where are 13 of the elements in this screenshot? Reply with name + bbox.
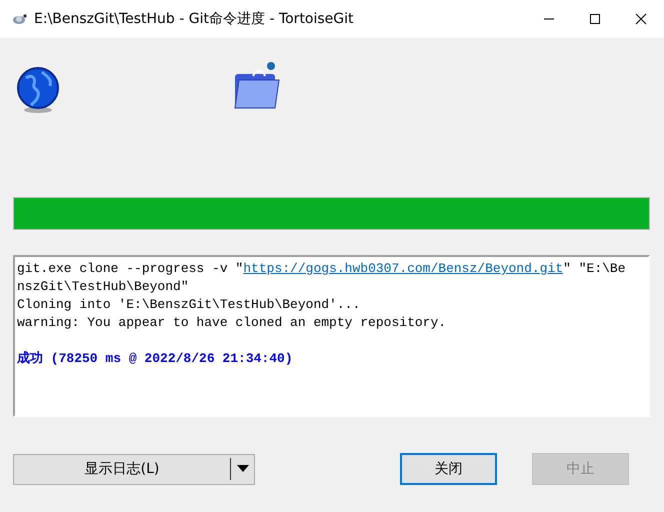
- success-line: 成功 (78250 ms @ 2022/8/26 21:34:40): [17, 350, 294, 368]
- repository-link[interactable]: https://gogs.hwb0307.com/Bensz/Beyond.git: [243, 261, 564, 276]
- show-log-button[interactable]: 显示日志(L): [13, 454, 255, 484]
- caret-icon[interactable]: [237, 465, 249, 473]
- log-line: Cloning into 'E:\BenszGit\TestHub\Beyond'...: [17, 296, 362, 314]
- log-line: git.exe clone --progress -v "https://gogs.hwb0307.com/Bensz/Beyond.git" "E:\BenszGit\TestHub\Beyond": [17, 260, 627, 296]
- dialog-button[interactable]: 关闭: [400, 453, 497, 485]
- window-title: E:\BenszGit\TestHub - Git命令进度 - TortoiseGit: [34, 10, 355, 28]
- globe-icon: [14, 66, 62, 114]
- log-line: warning: You appear to have cloned an empty repository.: [17, 314, 448, 332]
- close-icon[interactable]: [635, 13, 647, 25]
- maximize-icon[interactable]: [589, 13, 601, 25]
- show-log-label[interactable]: 显示日志(L): [14, 460, 230, 478]
